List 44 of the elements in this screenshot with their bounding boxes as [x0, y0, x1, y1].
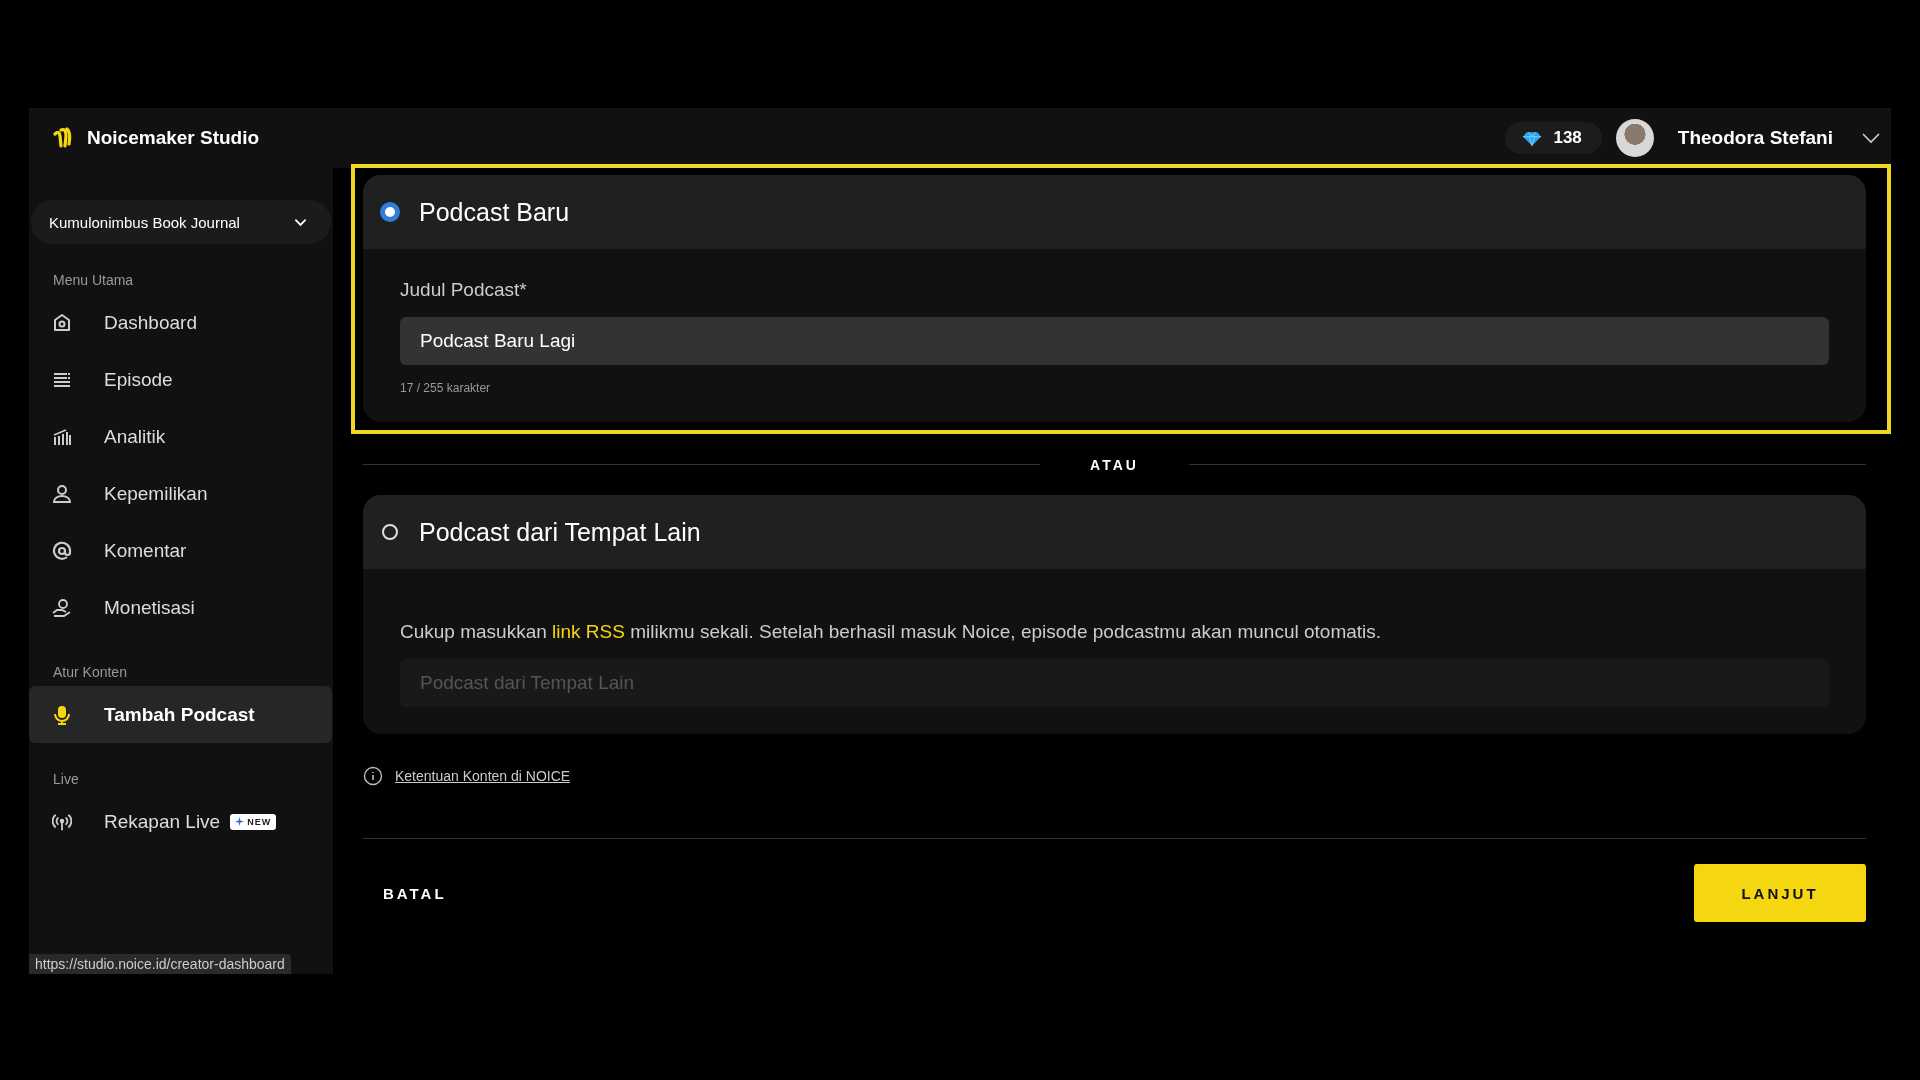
sidebar-item[interactable]: Dashboard: [29, 294, 332, 351]
option-title: Podcast dari Tempat Lain: [419, 517, 701, 547]
avatar[interactable]: [1615, 119, 1654, 157]
sidebar-item[interactable]: Kepemilikan: [29, 465, 332, 522]
description-text: Cukup masukkan link RSS milikmu sekali. Setelah berhasil masuk Noice, episode podcastmu akan muncul otomatis.: [400, 621, 1383, 643]
content-terms-link[interactable]: Ketentuan Konten di NOICE: [395, 768, 571, 784]
option-header[interactable]: Podcast dari Tempat Lain: [363, 495, 1866, 569]
separator-label: ATAU: [1089, 456, 1140, 473]
microphone-icon: [52, 704, 72, 725]
status-url: https://studio.noice.id/creator-dashboard: [29, 954, 291, 974]
sidebar-item[interactable]: Episode: [29, 351, 332, 408]
character-counter: 17 / 255 karakter: [400, 381, 492, 395]
next-button[interactable]: LANJUT: [1694, 864, 1866, 922]
logo-icon: [52, 126, 72, 150]
podcast-selector[interactable]: Kumulonimbus Book Journal: [31, 200, 331, 244]
section-label: Live: [53, 771, 80, 787]
chevron-down-icon: [294, 217, 307, 227]
gem-count: 138: [1553, 128, 1582, 148]
option-header[interactable]: Podcast Baru: [363, 175, 1866, 249]
field-label: Judul Podcast*: [400, 279, 528, 301]
gem-balance-badge[interactable]: 138: [1505, 122, 1602, 154]
hand-coin-icon: [52, 597, 72, 618]
info-icon: [363, 766, 383, 786]
camera-icon: [52, 312, 72, 333]
user-name[interactable]: Theodora Stefani: [1677, 127, 1833, 149]
sidebar-item[interactable]: Analitik: [29, 408, 332, 465]
at-sign-icon: [52, 540, 72, 561]
bar-chart-icon: [52, 426, 72, 447]
new-badge: NEW: [230, 813, 277, 830]
sidebar-item[interactable]: Komentar: [29, 522, 332, 579]
diamond-icon: [1523, 130, 1542, 146]
option-title: Podcast Baru: [419, 197, 570, 227]
section-label: Menu Utama: [53, 272, 135, 288]
person-icon: [52, 483, 72, 504]
rss-input-field[interactable]: Podcast dari Tempat Lain: [400, 659, 1829, 707]
sidebar-item[interactable]: Rekapan Live NEW: [29, 793, 332, 850]
chevron-down-icon[interactable]: [1861, 132, 1881, 144]
sidebar-item[interactable]: Tambah Podcast: [29, 686, 332, 743]
app-title: Noicemaker Studio: [87, 127, 260, 149]
sidebar-item[interactable]: Monetisasi: [29, 579, 332, 636]
section-label: Atur Konten: [53, 664, 128, 680]
cancel-button[interactable]: BATAL: [363, 874, 467, 912]
radio-button[interactable]: [380, 202, 400, 222]
title-input-field[interactable]: Podcast Baru Lagi: [400, 317, 1829, 365]
